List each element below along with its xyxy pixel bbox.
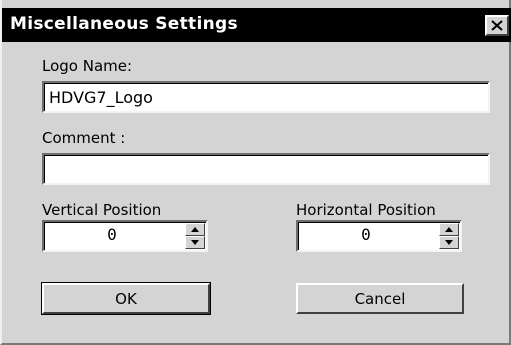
arrow-up-icon — [191, 227, 199, 232]
arrow-down-icon — [445, 240, 453, 245]
vertical-position-value[interactable]: 0 — [44, 225, 180, 244]
window-title: Miscellaneous Settings — [10, 14, 238, 34]
horizontal-position-spinbox[interactable]: 0 — [296, 220, 462, 252]
horizontal-position-down-button[interactable] — [439, 236, 459, 249]
vertical-position-up-button[interactable] — [185, 223, 205, 236]
cancel-button[interactable]: Cancel — [296, 283, 464, 314]
close-button[interactable] — [485, 15, 509, 36]
miscellaneous-settings-dialog: Miscellaneous Settings Logo Name: HDVG7_… — [0, 0, 511, 345]
logo-name-label: Logo Name: — [42, 57, 133, 75]
arrow-up-icon — [445, 227, 453, 232]
horizontal-position-value[interactable]: 0 — [298, 225, 434, 244]
horizontal-position-spin-buttons — [439, 223, 459, 249]
vertical-position-spinbox[interactable]: 0 — [42, 220, 208, 252]
comment-input[interactable] — [42, 153, 490, 185]
vertical-position-down-button[interactable] — [185, 236, 205, 249]
ok-button[interactable]: OK — [41, 282, 211, 315]
vertical-position-label: Vertical Position — [42, 201, 162, 219]
vertical-position-spin-buttons — [185, 223, 205, 249]
close-icon — [491, 20, 503, 31]
horizontal-position-label: Horizontal Position — [296, 201, 436, 219]
horizontal-position-up-button[interactable] — [439, 223, 459, 236]
comment-label: Comment : — [42, 129, 126, 147]
arrow-down-icon — [191, 240, 199, 245]
title-bar[interactable]: Miscellaneous Settings — [2, 8, 511, 42]
logo-name-input[interactable]: HDVG7_Logo — [42, 81, 490, 113]
